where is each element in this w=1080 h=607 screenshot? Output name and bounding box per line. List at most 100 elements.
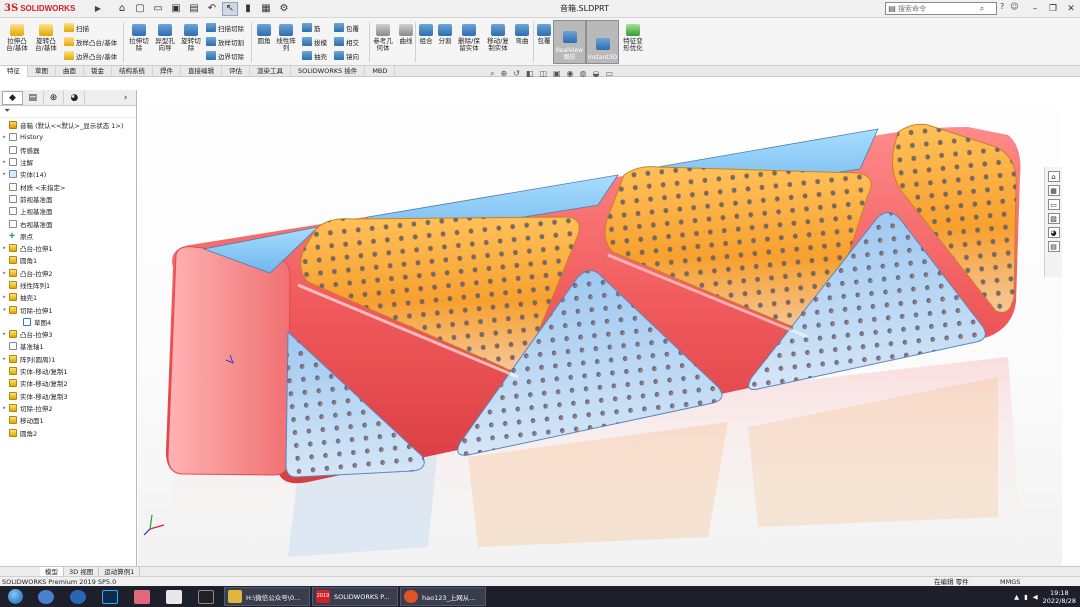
taskbar-window-browser[interactable]: hao123_上网从...: [400, 587, 486, 606]
new-document-icon[interactable]: ▢: [132, 2, 148, 16]
file-explorer-icon[interactable]: ▭: [1047, 199, 1060, 210]
save-icon[interactable]: ▣: [168, 2, 184, 16]
taskbar-pinned-app[interactable]: [190, 586, 222, 607]
tab-model[interactable]: 模型: [40, 566, 64, 577]
search-box[interactable]: ▤ ⌕: [885, 2, 997, 15]
swept-cut-button[interactable]: 扫描切除: [206, 22, 244, 33]
tab-features[interactable]: 特征: [0, 65, 28, 77]
view-palette-icon[interactable]: ▧: [1047, 213, 1060, 224]
taskbar-pinned-app[interactable]: [62, 586, 94, 607]
expand-chevron-icon[interactable]: ▸: [0, 331, 9, 337]
tab-surfaces[interactable]: 曲面: [56, 65, 84, 77]
revolve-cut-button[interactable]: 旋转切除: [178, 24, 204, 52]
tab-3d-views[interactable]: 3D 视图: [64, 566, 100, 577]
custom-properties-icon[interactable]: ▤: [1047, 241, 1060, 252]
panel-expand-chevron-icon[interactable]: ›: [115, 91, 136, 105]
tree-item[interactable]: 材质 <未指定>: [0, 180, 136, 192]
combine-button[interactable]: 组合: [417, 24, 435, 45]
deform-optimize-button[interactable]: 特征变 形优化: [620, 24, 646, 52]
tree-item[interactable]: 基准轴1: [0, 340, 136, 352]
undo-icon[interactable]: ↶: [204, 2, 220, 16]
expand-chevron-icon[interactable]: ▸: [0, 134, 9, 140]
user-icon[interactable]: ☺: [1010, 2, 1018, 11]
linear-pattern-button[interactable]: 线性阵列: [274, 24, 298, 52]
expand-chevron-icon[interactable]: ▸: [0, 270, 9, 276]
file-properties-icon[interactable]: ▦: [258, 2, 274, 16]
expand-chevron-icon[interactable]: ▸: [0, 159, 9, 165]
instant3d-button[interactable]: Instant3D: [586, 20, 619, 64]
realview-graphics-button[interactable]: RealView 图形: [553, 20, 586, 64]
filter-icon[interactable]: ⏷: [0, 106, 136, 118]
wrap-button[interactable]: 包覆: [334, 22, 359, 33]
tree-item[interactable]: ▸ 凸台-拉伸2: [0, 267, 136, 279]
sweep-button[interactable]: 扫描: [64, 22, 89, 33]
configuration-manager-tab-icon[interactable]: ⊕: [44, 90, 65, 105]
move-copy-body-button[interactable]: 移动/复 制实体: [484, 24, 512, 52]
tree-item[interactable]: ▸ 注解: [0, 156, 136, 168]
tab-sketch[interactable]: 草图: [28, 65, 56, 77]
print-icon[interactable]: ▤: [186, 2, 202, 16]
tab-motion-study[interactable]: 运动算例1: [99, 566, 141, 577]
graphics-area[interactable]: ⌂ ▦ ▭ ▧ ◕ ▤: [138, 77, 1062, 566]
lofted-cut-button[interactable]: 放样切割: [206, 36, 244, 47]
tree-item[interactable]: 草图4: [0, 316, 136, 328]
taskbar-window-solidworks[interactable]: 2019 SOLIDWORKS P...: [312, 587, 398, 606]
tab-evaluate[interactable]: 评估: [222, 65, 250, 77]
draft-button[interactable]: 拔模: [302, 36, 327, 47]
tree-item[interactable]: ▸ 凸台-拉伸3: [0, 328, 136, 340]
revolve-boss-button[interactable]: 旋转凸 台/基体: [32, 24, 60, 52]
flex-button[interactable]: 弯曲: [513, 24, 531, 45]
tree-item[interactable]: ▸ History: [0, 131, 136, 143]
hole-wizard-button[interactable]: 异型孔 向导: [152, 24, 178, 52]
tray-show-hidden-icon[interactable]: ▲: [1014, 593, 1019, 601]
expand-chevron-icon[interactable]: ▸: [0, 171, 9, 177]
tab-mbd[interactable]: MBD: [365, 65, 396, 77]
taskbar-window-explorer[interactable]: H:\微信公众号\0...: [224, 587, 310, 606]
wrap-feature-button[interactable]: 包覆: [535, 24, 553, 45]
tree-item[interactable]: 右视基准面: [0, 217, 136, 229]
tree-item[interactable]: 传感器: [0, 144, 136, 156]
tree-item[interactable]: 实体-移动/复制2: [0, 377, 136, 389]
tab-sheet-metal[interactable]: 钣金: [84, 65, 112, 77]
split-button[interactable]: 分割: [436, 24, 454, 45]
fillet-button[interactable]: 圆角: [254, 24, 274, 45]
tab-direct-editing[interactable]: 直接编辑: [181, 65, 222, 77]
tab-structure-system[interactable]: 结构系统: [112, 65, 153, 77]
taskbar-pinned-app[interactable]: [30, 586, 62, 607]
tree-item[interactable]: 前视基准面: [0, 193, 136, 205]
tree-item[interactable]: 圆角1: [0, 254, 136, 266]
network-icon[interactable]: ▮: [1024, 593, 1028, 601]
tree-item[interactable]: ▸ 切除-拉伸2: [0, 402, 136, 414]
home-icon[interactable]: ⌂: [114, 2, 130, 16]
taskbar-pinned-app[interactable]: [158, 586, 190, 607]
taskbar-pinned-app[interactable]: [126, 586, 158, 607]
expand-chevron-icon[interactable]: ▸: [0, 294, 9, 300]
restore-icon[interactable]: ❐: [1044, 0, 1062, 17]
search-input[interactable]: [898, 4, 976, 13]
tree-item[interactable]: ▸ 实体(14): [0, 168, 136, 180]
volume-icon[interactable]: ◀: [1033, 593, 1038, 601]
select-arrow-icon[interactable]: ↖: [222, 1, 238, 16]
close-icon[interactable]: ✕: [1062, 0, 1080, 17]
intersect-button[interactable]: 相交: [334, 36, 359, 47]
tree-item[interactable]: ▸ 阵列(圆周)1: [0, 353, 136, 365]
feature-manager-tab-icon[interactable]: ◆: [2, 90, 23, 105]
tree-item[interactable]: 线性阵列1: [0, 279, 136, 291]
property-manager-tab-icon[interactable]: ▤: [23, 90, 44, 105]
mirror-button[interactable]: 镜向: [334, 50, 359, 61]
expand-chevron-icon[interactable]: ▾: [0, 307, 9, 313]
extrude-boss-button[interactable]: 拉伸凸 台/基体: [4, 24, 30, 52]
start-button[interactable]: [0, 586, 30, 607]
rebuild-icon[interactable]: ▮: [240, 2, 256, 16]
tree-item[interactable]: 移动面1: [0, 414, 136, 426]
boundary-cut-button[interactable]: 边界切除: [206, 50, 244, 61]
expand-chevron-icon[interactable]: ▸: [0, 356, 9, 362]
menu-arrow-icon[interactable]: ▶: [92, 4, 104, 13]
appearances-icon[interactable]: ◕: [1047, 227, 1060, 238]
tree-item[interactable]: ▸ 凸台-拉伸1: [0, 242, 136, 254]
design-library-icon[interactable]: ▦: [1047, 185, 1060, 196]
shell-button[interactable]: 抽壳: [302, 50, 327, 61]
solidworks-logo[interactable]: 3S SOLIDWORKS: [0, 0, 92, 18]
expand-chevron-icon[interactable]: ▸: [0, 405, 9, 411]
help-icon[interactable]: ?: [1000, 2, 1004, 11]
